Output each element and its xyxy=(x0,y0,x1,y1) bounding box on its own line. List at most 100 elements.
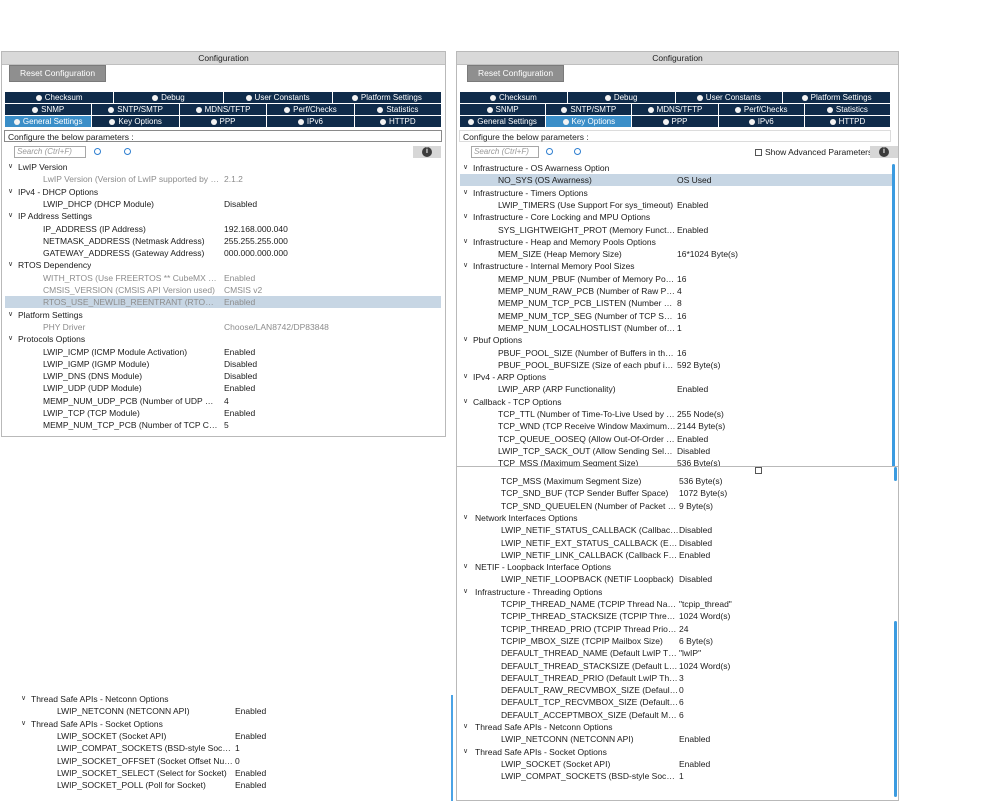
chevron-down-icon[interactable]: ∨ xyxy=(463,211,468,223)
tab-httpd[interactable]: HTTPD xyxy=(804,116,892,127)
param-value[interactable]: 192.168.000.040 xyxy=(224,223,288,235)
param-value[interactable]: 592 Byte(s) xyxy=(677,359,720,371)
param-lwip-socket-offset[interactable]: LWIP_SOCKET_OFFSET (Socket Offset Numb..… xyxy=(18,755,438,767)
show-advanced-checkbox[interactable] xyxy=(755,149,762,156)
param-rtos-use-newlib-reentrant[interactable]: RTOS_USE_NEWLIB_REENTRANT (RTOS use... En… xyxy=(5,296,441,309)
param-value[interactable]: 16 xyxy=(677,273,686,285)
param-with-rtos[interactable]: WITH_RTOS (Use FREERTOS ** CubeMX spec..… xyxy=(5,272,441,284)
param-value[interactable]: 5 xyxy=(224,419,229,431)
previous-result-icon[interactable] xyxy=(546,148,553,155)
scrollbar-track[interactable] xyxy=(451,695,453,801)
next-result-icon[interactable] xyxy=(574,148,581,155)
param-value[interactable]: Enabled xyxy=(224,407,255,419)
tab-key-options[interactable]: Key Options xyxy=(92,116,180,127)
param-value[interactable]: 9 Byte(s) xyxy=(679,500,713,512)
param-pbuf-pool-bufsize[interactable]: PBUF_POOL_BUFSIZE (Size of each pbuf in … xyxy=(460,359,892,371)
chevron-down-icon[interactable]: ∨ xyxy=(8,259,13,271)
param-value[interactable]: Enabled xyxy=(235,767,266,779)
param-value[interactable]: Disabled xyxy=(677,445,710,457)
param-gateway-address[interactable]: GATEWAY_ADDRESS (Gateway Address) 000.000… xyxy=(5,247,441,259)
tab-mdns-tftp[interactable]: MDNS/TFTP xyxy=(179,104,268,115)
tab-statistics[interactable]: Statistics xyxy=(354,104,443,115)
chevron-down-icon[interactable]: ∨ xyxy=(463,561,468,573)
chevron-down-icon[interactable]: ∨ xyxy=(463,334,468,346)
chevron-down-icon[interactable]: ∨ xyxy=(8,186,13,198)
param-value[interactable]: 6 xyxy=(679,709,684,721)
param-cmsis-version[interactable]: CMSIS_VERSION (CMSIS API Version used) CM… xyxy=(5,284,441,296)
param-value[interactable]: 000.000.000.000 xyxy=(224,247,288,259)
chevron-down-icon[interactable]: ∨ xyxy=(21,718,26,730)
param-value[interactable]: 3 xyxy=(679,672,684,684)
group-protocols-options[interactable]: ∨ Protocols Options xyxy=(5,333,441,345)
param-lwip-netif-loopback[interactable]: LWIP_NETIF_LOOPBACK (NETIF Loopback) Disa… xyxy=(460,573,892,585)
param-value[interactable]: 8 xyxy=(677,297,682,309)
param-value[interactable]: Disabled xyxy=(224,358,257,370)
group-infrastructure-threading-options[interactable]: ∨ Infrastructure - Threading Options xyxy=(460,586,892,598)
tab-general-settings[interactable]: General Settings xyxy=(460,116,547,127)
tab-ppp[interactable]: PPP xyxy=(179,116,268,127)
param-lwip-netif-link-callback[interactable]: LWIP_NETIF_LINK_CALLBACK (Callback Fun..… xyxy=(460,549,892,561)
param-lwip-udp[interactable]: LWIP_UDP (UDP Module) Enabled xyxy=(5,382,441,394)
param-tcp-snd-queuelen[interactable]: TCP_SND_QUEUELEN (Number of Packet Buff.… xyxy=(460,500,892,512)
param-lwip-dhcp[interactable]: LWIP_DHCP (DHCP Module) Disabled xyxy=(5,198,441,210)
chevron-down-icon[interactable]: ∨ xyxy=(463,162,468,174)
chevron-down-icon[interactable]: ∨ xyxy=(463,586,468,598)
param-mem-size[interactable]: MEM_SIZE (Heap Memory Size) 16*1024 Byte(… xyxy=(460,248,892,260)
chevron-down-icon[interactable]: ∨ xyxy=(463,721,468,733)
param-lwip-netconn[interactable]: LWIP_NETCONN (NETCONN API) Enabled xyxy=(18,705,438,717)
tab-ipv6[interactable]: IPv6 xyxy=(267,116,355,127)
param-value[interactable]: 1024 Word(s) xyxy=(679,610,730,622)
tab-snmp[interactable]: SNMP xyxy=(460,104,547,115)
chevron-down-icon[interactable]: ∨ xyxy=(463,512,468,524)
tab-ipv6[interactable]: IPv6 xyxy=(718,116,805,127)
tab-platform-settings[interactable]: Platform Settings xyxy=(332,92,442,103)
scrollbar-thumb[interactable] xyxy=(892,164,895,466)
tab-checksum[interactable]: Checksum xyxy=(5,92,115,103)
param-value[interactable]: Enabled xyxy=(224,346,255,358)
param-value[interactable]: 0 xyxy=(679,684,684,696)
param-ip-address[interactable]: IP_ADDRESS (IP Address) 192.168.000.040 xyxy=(5,223,441,235)
param-lwip-socket-poll[interactable]: LWIP_SOCKET_POLL (Poll for Socket) Enable… xyxy=(18,779,438,791)
param-pbuf-pool-size[interactable]: PBUF_POOL_SIZE (Number of Buffers in the… xyxy=(460,347,892,359)
show-advanced-checkbox[interactable] xyxy=(755,467,762,474)
param-no-sys[interactable]: NO_SYS (OS Awarness) OS Used xyxy=(460,174,892,187)
param-value[interactable]: 0 xyxy=(235,755,240,767)
param-value[interactable]: Enabled xyxy=(677,224,708,236)
search-input[interactable]: Search (Ctrl+F) xyxy=(14,146,86,158)
param-lwip-compat-sockets[interactable]: LWIP_COMPAT_SOCKETS (BSD-style Socket...… xyxy=(18,742,438,754)
tab-statistics[interactable]: Statistics xyxy=(804,104,892,115)
param-value[interactable]: 1072 Byte(s) xyxy=(679,487,727,499)
param-lwip-netconn[interactable]: LWIP_NETCONN (NETCONN API) Enabled xyxy=(460,733,892,745)
next-result-icon[interactable] xyxy=(124,148,131,155)
param-memp-num-tcp-pcb[interactable]: MEMP_NUM_TCP_PCB (Number of TCP Conne...… xyxy=(5,419,441,431)
param-sys-lightweight-prot[interactable]: SYS_LIGHTWEIGHT_PROT (Memory Function...… xyxy=(460,224,892,236)
scrollbar-thumb[interactable] xyxy=(894,467,897,481)
param-tcp-mss[interactable]: TCP_MSS (Maximum Segment Size) 536 Byte(s… xyxy=(460,475,892,487)
param-value[interactable]: 2.1.2 xyxy=(224,173,243,185)
param-value[interactable]: OS Used xyxy=(677,174,712,186)
chevron-down-icon[interactable]: ∨ xyxy=(463,746,468,758)
param-value[interactable]: Choose/LAN8742/DP83848 xyxy=(224,321,329,333)
tab-debug[interactable]: Debug xyxy=(114,92,224,103)
group-infrastructure-timers-options[interactable]: ∨ Infrastructure - Timers Options xyxy=(460,187,892,199)
tab-mdns-tftp[interactable]: MDNS/TFTP xyxy=(632,104,719,115)
previous-result-icon[interactable] xyxy=(94,148,101,155)
param-netmask-address[interactable]: NETMASK_ADDRESS (Netmask Address) 255.255… xyxy=(5,235,441,247)
param-value[interactable]: 4 xyxy=(224,395,229,407)
param-value[interactable]: Enabled xyxy=(679,758,710,770)
group-thread-safe-apis-socket-options[interactable]: ∨ Thread Safe APIs - Socket Options xyxy=(460,746,892,758)
group-lwip-version[interactable]: ∨ LwIP Version xyxy=(5,161,441,173)
group-thread-safe-apis-socket-options[interactable]: ∨ Thread Safe APIs - Socket Options xyxy=(18,718,438,730)
chevron-down-icon[interactable]: ∨ xyxy=(463,260,468,272)
group-ip-address-settings[interactable]: ∨ IP Address Settings xyxy=(5,210,441,222)
chevron-down-icon[interactable]: ∨ xyxy=(463,187,468,199)
group-netif-loopback-interface-options[interactable]: ∨ NETIF - Loopback Interface Options xyxy=(460,561,892,573)
param-tcp-queue-ooseq[interactable]: TCP_QUEUE_OOSEQ (Allow Out-Of-Order Inc.… xyxy=(460,433,892,445)
chevron-down-icon[interactable]: ∨ xyxy=(8,161,13,173)
param-lwip-netif-status-callback[interactable]: LWIP_NETIF_STATUS_CALLBACK (Callback ...… xyxy=(460,524,892,536)
param-memp-num-localhostlist[interactable]: MEMP_NUM_LOCALHOSTLIST (Number of Ho... 1 xyxy=(460,322,892,334)
group-thread-safe-apis-netconn-options[interactable]: ∨ Thread Safe APIs - Netconn Options xyxy=(18,693,438,705)
param-value[interactable]: Enabled xyxy=(679,549,710,561)
param-value[interactable]: 536 Byte(s) xyxy=(677,457,720,466)
chevron-down-icon[interactable]: ∨ xyxy=(8,333,13,345)
